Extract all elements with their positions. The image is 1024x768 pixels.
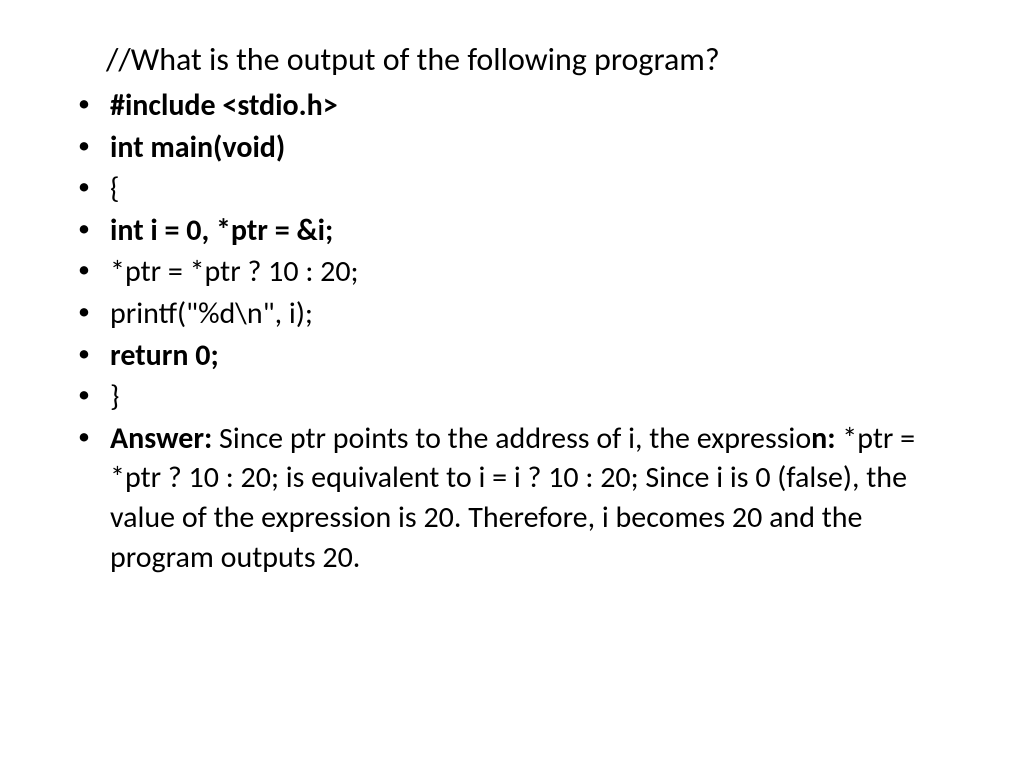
slide: //What is the output of the following pr…: [0, 0, 1024, 768]
code-line-return: return 0;: [70, 336, 954, 376]
code-line-decl: int i = 0, *ptr = &i;: [70, 211, 954, 251]
code-line-printf: printf("%d\n", i);: [70, 294, 954, 334]
answer-bold-n: n:: [811, 420, 835, 457]
code-text: return 0;: [110, 337, 219, 374]
code-line-close-brace: }: [70, 377, 954, 417]
code-line-assign: *ptr = *ptr ? 10 : 20;: [70, 252, 954, 292]
code-text: *ptr = *ptr ? 10 : 20;: [110, 253, 359, 290]
code-line-open-brace: {: [70, 169, 954, 209]
code-line-include: #include <stdio.h>: [70, 86, 954, 126]
answer-line: Answer: Since ptr points to the address …: [70, 419, 954, 577]
code-text: #include <stdio.h>: [110, 87, 338, 124]
slide-title: //What is the output of the following pr…: [106, 40, 954, 80]
answer-text-1: Since ptr points to the address of i, th…: [212, 420, 811, 457]
answer-label: Answer:: [110, 420, 212, 457]
code-text: }: [110, 378, 119, 415]
code-text: int main(void): [110, 129, 285, 166]
code-text: int i = 0, *ptr = &i;: [110, 212, 333, 249]
code-line-main: int main(void): [70, 128, 954, 168]
slide-body-list: #include <stdio.h> int main(void) { int …: [70, 86, 954, 577]
code-text: {: [110, 170, 119, 207]
code-text: printf("%d\n", i);: [110, 295, 313, 332]
